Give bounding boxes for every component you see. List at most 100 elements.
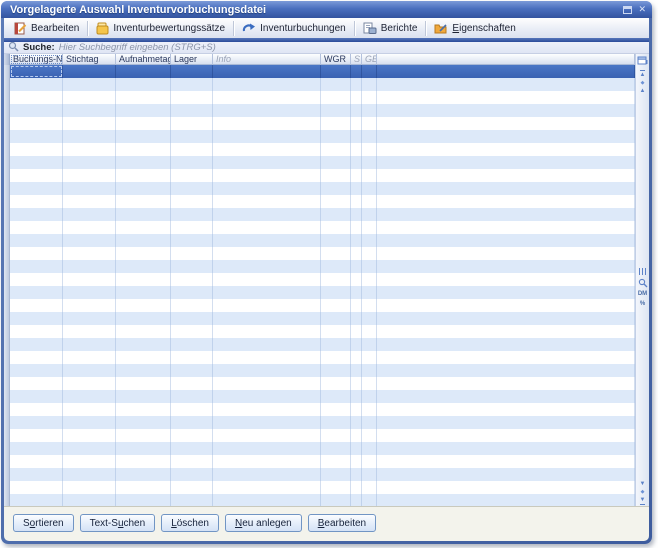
scroll-down-icon[interactable]: ▼ bbox=[640, 481, 646, 487]
cell bbox=[10, 312, 63, 325]
cell bbox=[171, 65, 213, 78]
cell bbox=[116, 364, 171, 377]
table-row[interactable] bbox=[4, 390, 635, 403]
cell bbox=[362, 247, 377, 260]
cell bbox=[362, 234, 377, 247]
cell bbox=[321, 169, 351, 182]
table-row[interactable] bbox=[4, 195, 635, 208]
cell bbox=[63, 390, 116, 403]
toolbar-button-inventurbewertungssaetze[interactable]: Inventurbewertungssätze bbox=[90, 21, 231, 36]
fit-columns-icon[interactable] bbox=[638, 267, 647, 276]
column-header-S[interactable]: S bbox=[351, 54, 362, 65]
selected-row[interactable] bbox=[4, 65, 635, 78]
main-toolbar: Bearbeiten Inventurbewertungssätze Inven… bbox=[4, 18, 649, 38]
percent-icon[interactable]: % bbox=[640, 300, 645, 308]
scroll-thumb-icon[interactable]: ◆ bbox=[641, 80, 645, 86]
edit-button[interactable]: Bearbeiten bbox=[308, 514, 376, 532]
scroll-last-icon[interactable]: ▼ bbox=[640, 497, 646, 505]
column-header-Info[interactable]: Info bbox=[213, 54, 321, 65]
cell bbox=[213, 91, 321, 104]
table-row[interactable] bbox=[4, 442, 635, 455]
close-icon[interactable]: ✕ bbox=[638, 5, 646, 14]
table-row[interactable] bbox=[4, 169, 635, 182]
table-row[interactable] bbox=[4, 481, 635, 494]
toolbar-button-bearbeiten[interactable]: Bearbeiten bbox=[8, 21, 85, 36]
cell bbox=[213, 169, 321, 182]
table-row[interactable] bbox=[4, 455, 635, 468]
column-header-filler[interactable] bbox=[377, 54, 635, 65]
cell bbox=[63, 364, 116, 377]
text-search-button[interactable]: Text-Suchen bbox=[80, 514, 156, 532]
new-button[interactable]: Neu anlegen bbox=[225, 514, 302, 532]
search-input[interactable]: Hier Suchbegriff eingeben (STRG+S) bbox=[59, 43, 216, 53]
column-header-WGR[interactable]: WGR bbox=[321, 54, 351, 65]
cell bbox=[351, 299, 362, 312]
cell bbox=[362, 195, 377, 208]
column-header-Buchungs-Nr.[interactable]: Buchungs-Nr. bbox=[10, 54, 63, 65]
cell bbox=[321, 312, 351, 325]
column-header-Lager[interactable]: Lager bbox=[171, 54, 213, 65]
table-row[interactable] bbox=[4, 260, 635, 273]
table-row[interactable] bbox=[4, 468, 635, 481]
table-row[interactable] bbox=[4, 104, 635, 117]
table-row[interactable] bbox=[4, 403, 635, 416]
delete-button[interactable]: Löschen bbox=[161, 514, 219, 532]
table-row[interactable] bbox=[4, 78, 635, 91]
table-row[interactable] bbox=[4, 91, 635, 104]
scroll-thumb-icon[interactable]: ◆ bbox=[641, 489, 645, 495]
zoom-icon[interactable] bbox=[638, 278, 648, 288]
search-bar[interactable]: Suche: Hier Suchbegriff eingeben (STRG+S… bbox=[4, 42, 649, 54]
cell bbox=[171, 429, 213, 442]
cell bbox=[171, 286, 213, 299]
column-header-Aufnahmetag[interactable]: Aufnahmetag bbox=[116, 54, 171, 65]
cell bbox=[63, 299, 116, 312]
column-header-Stichtag[interactable]: Stichtag bbox=[63, 54, 116, 65]
scroll-up-icon[interactable]: ▲ bbox=[640, 88, 646, 94]
toolbar-button-berichte[interactable]: Berichte bbox=[357, 21, 424, 36]
cell bbox=[377, 403, 635, 416]
cell bbox=[10, 364, 63, 377]
table-row[interactable] bbox=[4, 364, 635, 377]
scroll-first-icon[interactable]: ▲ bbox=[640, 70, 646, 78]
cell bbox=[321, 221, 351, 234]
column-header-GB[interactable]: GB bbox=[362, 54, 377, 65]
bookings-arrow-icon bbox=[242, 22, 256, 35]
toolbar-button-inventurbuchungen[interactable]: Inventurbuchungen bbox=[236, 21, 352, 36]
table-row[interactable] bbox=[4, 143, 635, 156]
cell bbox=[362, 481, 377, 494]
table-row[interactable] bbox=[4, 182, 635, 195]
table-row[interactable] bbox=[4, 156, 635, 169]
cell bbox=[213, 221, 321, 234]
table-row[interactable] bbox=[4, 312, 635, 325]
restore-icon[interactable] bbox=[623, 6, 632, 14]
cell bbox=[10, 91, 63, 104]
table-row[interactable] bbox=[4, 130, 635, 143]
table-row[interactable] bbox=[4, 416, 635, 429]
cell bbox=[321, 468, 351, 481]
table-row[interactable] bbox=[4, 325, 635, 338]
table-row[interactable] bbox=[4, 338, 635, 351]
cell bbox=[171, 455, 213, 468]
sort-button[interactable]: Sortieren bbox=[13, 514, 74, 532]
table-row[interactable] bbox=[4, 351, 635, 364]
toolbar-button-eigenschaften[interactable]: Eigenschaften bbox=[428, 21, 521, 36]
cell bbox=[10, 338, 63, 351]
table-row[interactable] bbox=[4, 377, 635, 390]
cell bbox=[321, 403, 351, 416]
currency-icon[interactable]: DM bbox=[638, 290, 647, 298]
table-row[interactable] bbox=[4, 117, 635, 130]
table-row[interactable] bbox=[4, 234, 635, 247]
table-row[interactable] bbox=[4, 208, 635, 221]
table-row[interactable] bbox=[4, 221, 635, 234]
table-row[interactable] bbox=[4, 286, 635, 299]
table-row[interactable] bbox=[4, 429, 635, 442]
cell bbox=[116, 195, 171, 208]
table-row[interactable] bbox=[4, 299, 635, 312]
table-row[interactable] bbox=[4, 494, 635, 506]
cell bbox=[362, 338, 377, 351]
cell bbox=[377, 390, 635, 403]
table-row[interactable] bbox=[4, 247, 635, 260]
cell bbox=[116, 481, 171, 494]
table-row[interactable] bbox=[4, 273, 635, 286]
column-chooser-icon[interactable] bbox=[637, 55, 648, 66]
